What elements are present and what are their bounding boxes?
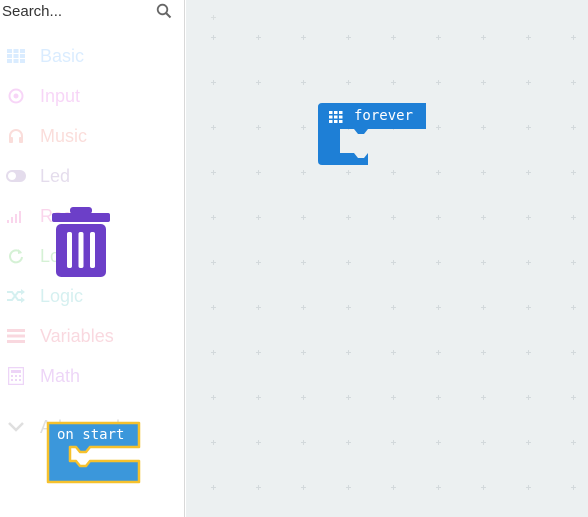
category-label: Basic	[40, 46, 85, 66]
category-basic[interactable]: Basic	[0, 38, 180, 74]
category-math[interactable]: Math	[0, 358, 180, 394]
category-led[interactable]: Led	[0, 158, 180, 194]
toggle-icon	[6, 168, 26, 184]
target-icon	[6, 88, 26, 104]
list-lines-icon	[6, 328, 26, 344]
trash-icon[interactable]	[52, 207, 110, 277]
on-start-block[interactable]: on start	[46, 421, 142, 485]
category-label: Math	[40, 366, 81, 386]
calculator-icon	[6, 367, 26, 385]
category-music[interactable]: Music	[0, 118, 180, 154]
forever-label: forever	[354, 108, 414, 124]
workspace-grid	[186, 0, 588, 517]
toolbox: Basic Input Music Led Radio Loops	[0, 0, 185, 517]
category-label: Music	[40, 126, 88, 146]
refresh-icon	[6, 248, 26, 264]
workspace[interactable]	[186, 0, 588, 517]
category-label: Input	[40, 86, 81, 106]
chevron-down-icon	[6, 419, 26, 435]
search-input[interactable]	[0, 0, 152, 22]
category-label: Led	[40, 166, 71, 186]
category-input[interactable]: Input	[0, 78, 180, 114]
shuffle-icon	[6, 288, 26, 304]
category-variables[interactable]: Variables	[0, 318, 180, 354]
grid-icon	[6, 48, 26, 64]
category-label: Logic	[40, 286, 84, 306]
search-icon[interactable]	[156, 3, 172, 19]
search-bar	[0, 0, 185, 24]
category-logic[interactable]: Logic	[0, 278, 180, 314]
on-start-label: on start	[57, 427, 125, 443]
headphones-icon	[6, 128, 26, 144]
signal-bars-icon	[6, 208, 26, 224]
category-label: Variables	[40, 326, 114, 346]
grid-icon	[329, 111, 343, 123]
forever-block[interactable]: forever	[318, 103, 428, 167]
